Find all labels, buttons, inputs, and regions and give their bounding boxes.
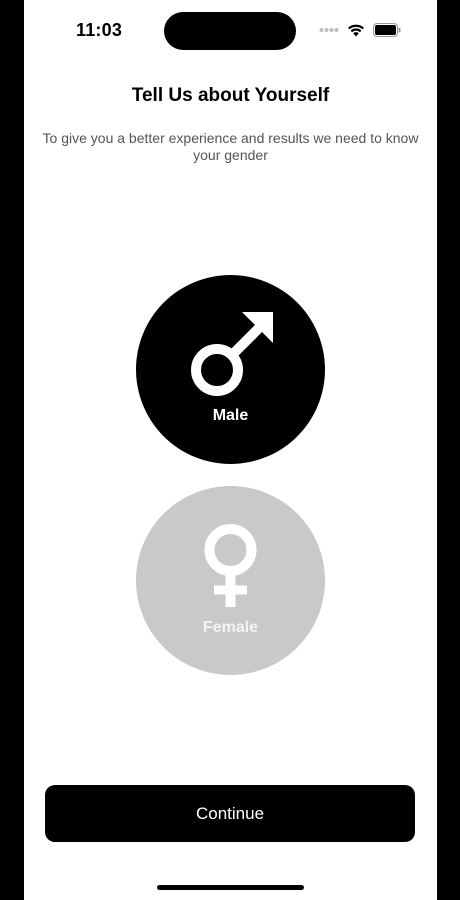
female-label: Female: [202, 619, 259, 636]
signal-dots-icon: [319, 28, 339, 32]
page-title: Tell Us about Yourself: [131, 85, 330, 106]
female-symbol-icon: [204, 524, 257, 607]
male-option[interactable]: Male: [136, 275, 325, 464]
wifi-icon: [348, 24, 364, 37]
page-subtitle: To give you a better experience and resu…: [42, 130, 419, 163]
phone-screen: 11:03 Tell Us about Yourself To give you…: [24, 0, 437, 900]
dynamic-island: [164, 12, 296, 50]
header: Tell Us about Yourself To give you a bet…: [24, 84, 437, 164]
home-indicator[interactable]: [157, 885, 304, 890]
male-label: Male: [212, 407, 249, 424]
female-option[interactable]: Female: [136, 486, 325, 675]
continue-button[interactable]: Continue: [45, 785, 415, 842]
status-icons: [319, 22, 401, 38]
status-bar: 11:03: [24, 0, 437, 60]
status-time: 11:03: [76, 20, 123, 40]
male-symbol-icon: [191, 312, 273, 396]
battery-icon: [373, 23, 401, 37]
